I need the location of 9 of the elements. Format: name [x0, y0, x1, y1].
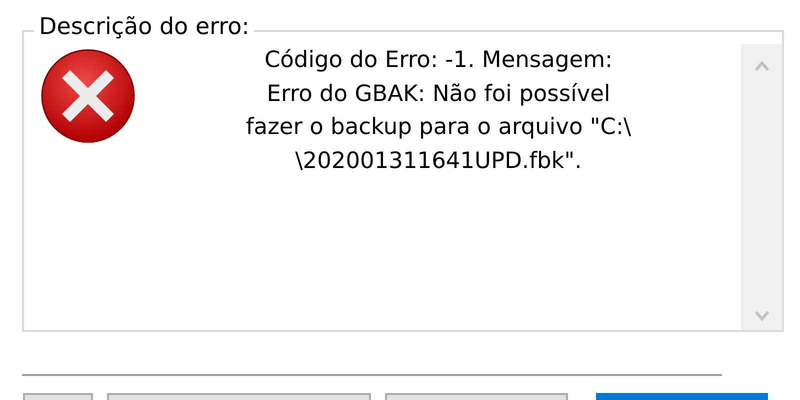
error-message-line: fazer o backup para o arquivo "C:\ — [246, 113, 632, 142]
error-message-line: \202001311641UPD.fbk". — [295, 146, 582, 176]
group-title: Descrição do erro: — [34, 13, 254, 41]
scroll-up-icon[interactable] — [754, 60, 770, 72]
scrollbar[interactable] — [741, 44, 782, 330]
error-message-line: Código do Erro: -1. Mensagem: — [264, 46, 613, 75]
error-message-line: Erro do GBAK: Não foi possível — [266, 80, 610, 108]
scroll-down-icon[interactable] — [754, 310, 770, 322]
error-icon — [40, 48, 136, 144]
